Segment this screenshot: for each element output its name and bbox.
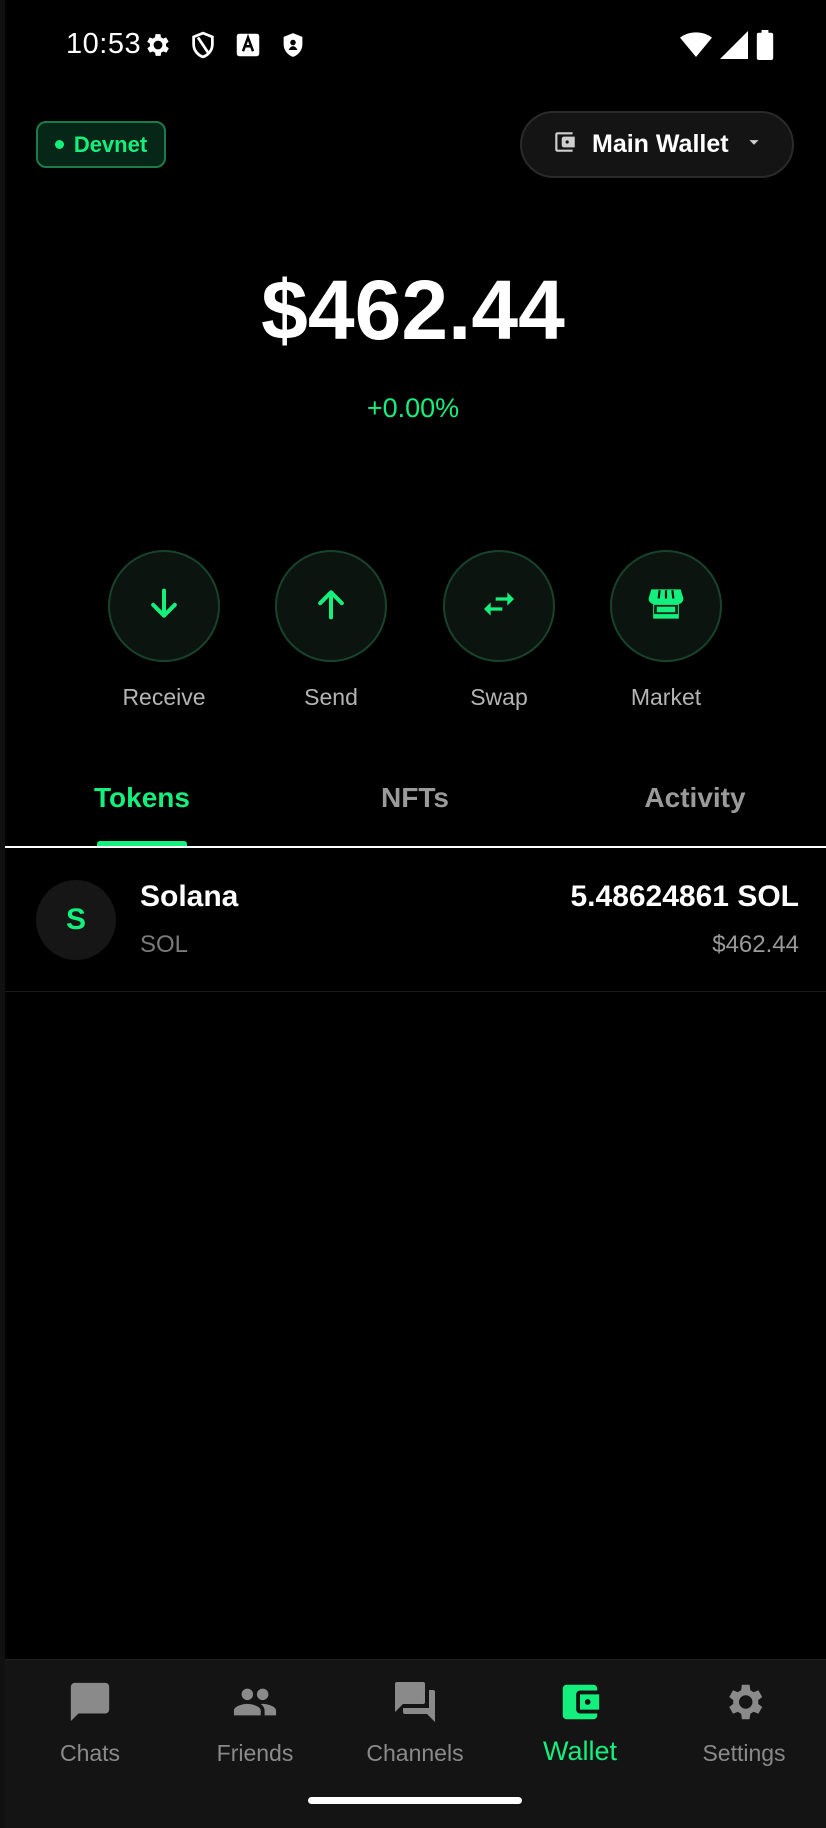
market-label: Market — [630, 684, 702, 710]
market-button-circle[interactable] — [610, 550, 722, 662]
token-row[interactable]: S Solana SOL 5.48624861 SOL $462.44 — [5, 850, 826, 992]
nav-settings-label: Settings — [702, 1740, 786, 1766]
chat-icon — [20, 1678, 160, 1726]
nav-chats-label: Chats — [59, 1740, 121, 1766]
gear-icon — [143, 30, 173, 60]
swap-icon — [479, 584, 519, 629]
market-button[interactable]: Market — [610, 550, 722, 711]
shield-filled-icon — [278, 30, 308, 60]
token-symbol: SOL — [140, 931, 189, 958]
battery-icon — [756, 30, 774, 65]
balance-change: +0.00% — [366, 393, 460, 423]
swap-button-circle[interactable] — [443, 550, 555, 662]
token-name: Solana — [140, 880, 239, 913]
token-value: $462.44 — [712, 931, 799, 958]
network-status-dot — [54, 140, 64, 149]
receive-button-circle[interactable] — [108, 550, 220, 662]
tab-nfts[interactable]: NFTs — [360, 782, 470, 814]
wallet-tabs: Tokens NFTs Activity — [5, 760, 826, 848]
forum-icon — [345, 1678, 485, 1726]
tab-tokens[interactable]: Tokens — [87, 782, 197, 814]
active-tab-indicator — [97, 841, 187, 846]
nav-channels-label: Channels — [366, 1740, 464, 1766]
nav-chats[interactable]: Chats — [20, 1678, 160, 1767]
arrow-up-icon — [311, 584, 351, 629]
token-amount: 5.48624861 SOL — [570, 880, 799, 913]
home-indicator[interactable] — [308, 1797, 522, 1804]
wifi-icon — [680, 31, 712, 64]
nav-wallet[interactable]: Wallet — [510, 1678, 650, 1767]
cell-signal-icon — [720, 31, 748, 64]
arrow-down-icon — [144, 584, 184, 629]
status-bar: 10:53 — [0, 0, 826, 92]
shield-outline-icon — [188, 30, 218, 60]
store-icon — [644, 582, 688, 631]
network-badge[interactable]: Devnet — [36, 121, 166, 168]
status-right-icons — [680, 30, 774, 65]
chevron-down-icon — [743, 131, 765, 158]
send-button[interactable]: Send — [275, 550, 387, 711]
settings-icon — [674, 1678, 814, 1726]
receive-label: Receive — [122, 684, 206, 710]
nav-wallet-label: Wallet — [542, 1736, 617, 1766]
wallet-small-icon — [552, 129, 578, 160]
nav-channels[interactable]: Channels — [345, 1678, 485, 1767]
send-button-circle[interactable] — [275, 550, 387, 662]
swap-button[interactable]: Swap — [443, 550, 555, 711]
receive-button[interactable]: Receive — [108, 550, 220, 711]
nav-settings[interactable]: Settings — [674, 1678, 814, 1767]
status-time: 10:53 — [66, 28, 142, 60]
swap-label: Swap — [470, 684, 528, 710]
tab-activity[interactable]: Activity — [625, 782, 765, 814]
wallet-selector-label: Main Wallet — [592, 130, 729, 158]
people-icon — [185, 1678, 325, 1726]
token-avatar: S — [36, 880, 116, 960]
wallet-icon — [510, 1678, 650, 1726]
network-badge-label: Devnet — [73, 131, 148, 157]
nav-friends-label: Friends — [216, 1740, 294, 1766]
text-a-icon — [233, 30, 263, 60]
total-balance: $462.44 — [261, 263, 565, 357]
wallet-selector[interactable]: Main Wallet — [520, 111, 794, 178]
nav-friends[interactable]: Friends — [185, 1678, 325, 1767]
send-label: Send — [304, 684, 358, 710]
